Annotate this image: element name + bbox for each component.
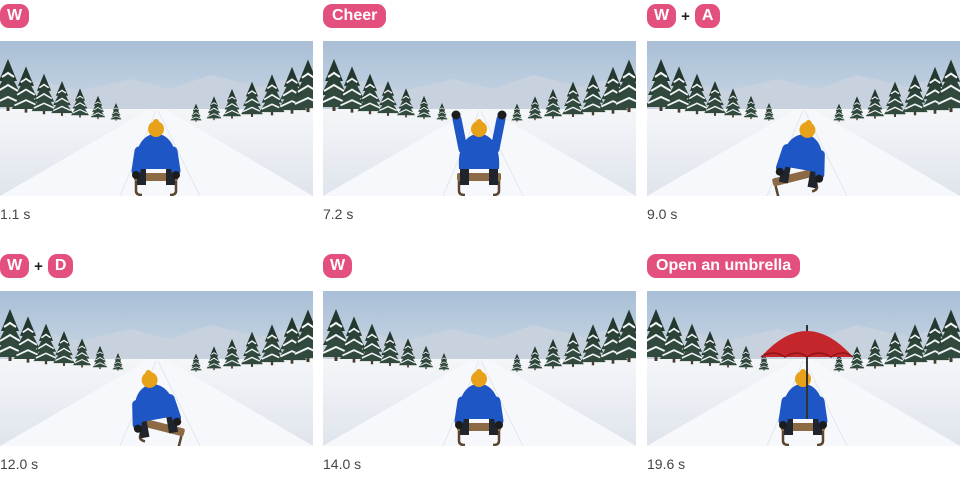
plus-sign: + — [681, 7, 690, 25]
action-tags: W — [323, 254, 353, 278]
frame-cell: W + A 9.0 s — [647, 0, 960, 229]
action-tags: W + A — [647, 4, 721, 28]
frame-cell: Open an umbrella 19.6 s — [647, 250, 960, 479]
timestamp-label: 9.0 s — [647, 206, 678, 222]
action-tag: Open an umbrella — [647, 254, 801, 278]
key-tag: W — [0, 254, 30, 278]
key-tag: W — [647, 4, 677, 28]
video-frame — [323, 41, 636, 196]
video-frame — [323, 291, 636, 446]
action-tags: W + D — [0, 254, 74, 278]
key-tag: A — [694, 4, 721, 28]
action-tags: W — [0, 4, 30, 28]
video-frame — [647, 291, 960, 446]
action-tags: Open an umbrella — [647, 254, 801, 278]
timestamp-label: 7.2 s — [323, 206, 354, 222]
frame-cell: Cheer 7.2 s — [323, 0, 636, 229]
key-tag: D — [47, 254, 74, 278]
timestamp-label: 14.0 s — [323, 456, 362, 472]
frame-cell: W — [0, 0, 313, 229]
frame-cell: W + D 12.0 s — [0, 250, 313, 479]
key-tag: W — [323, 254, 353, 278]
video-frame — [0, 291, 313, 446]
video-frame — [647, 41, 960, 196]
video-frame — [0, 41, 313, 196]
frame-cell: W — [323, 250, 636, 479]
timestamp-label: 1.1 s — [0, 206, 31, 222]
key-tag: W — [0, 4, 30, 28]
plus-sign: + — [34, 257, 43, 275]
timestamp-label: 19.6 s — [647, 456, 686, 472]
action-tag: Cheer — [323, 4, 387, 28]
timestamp-label: 12.0 s — [0, 456, 39, 472]
action-tags: Cheer — [323, 4, 387, 28]
